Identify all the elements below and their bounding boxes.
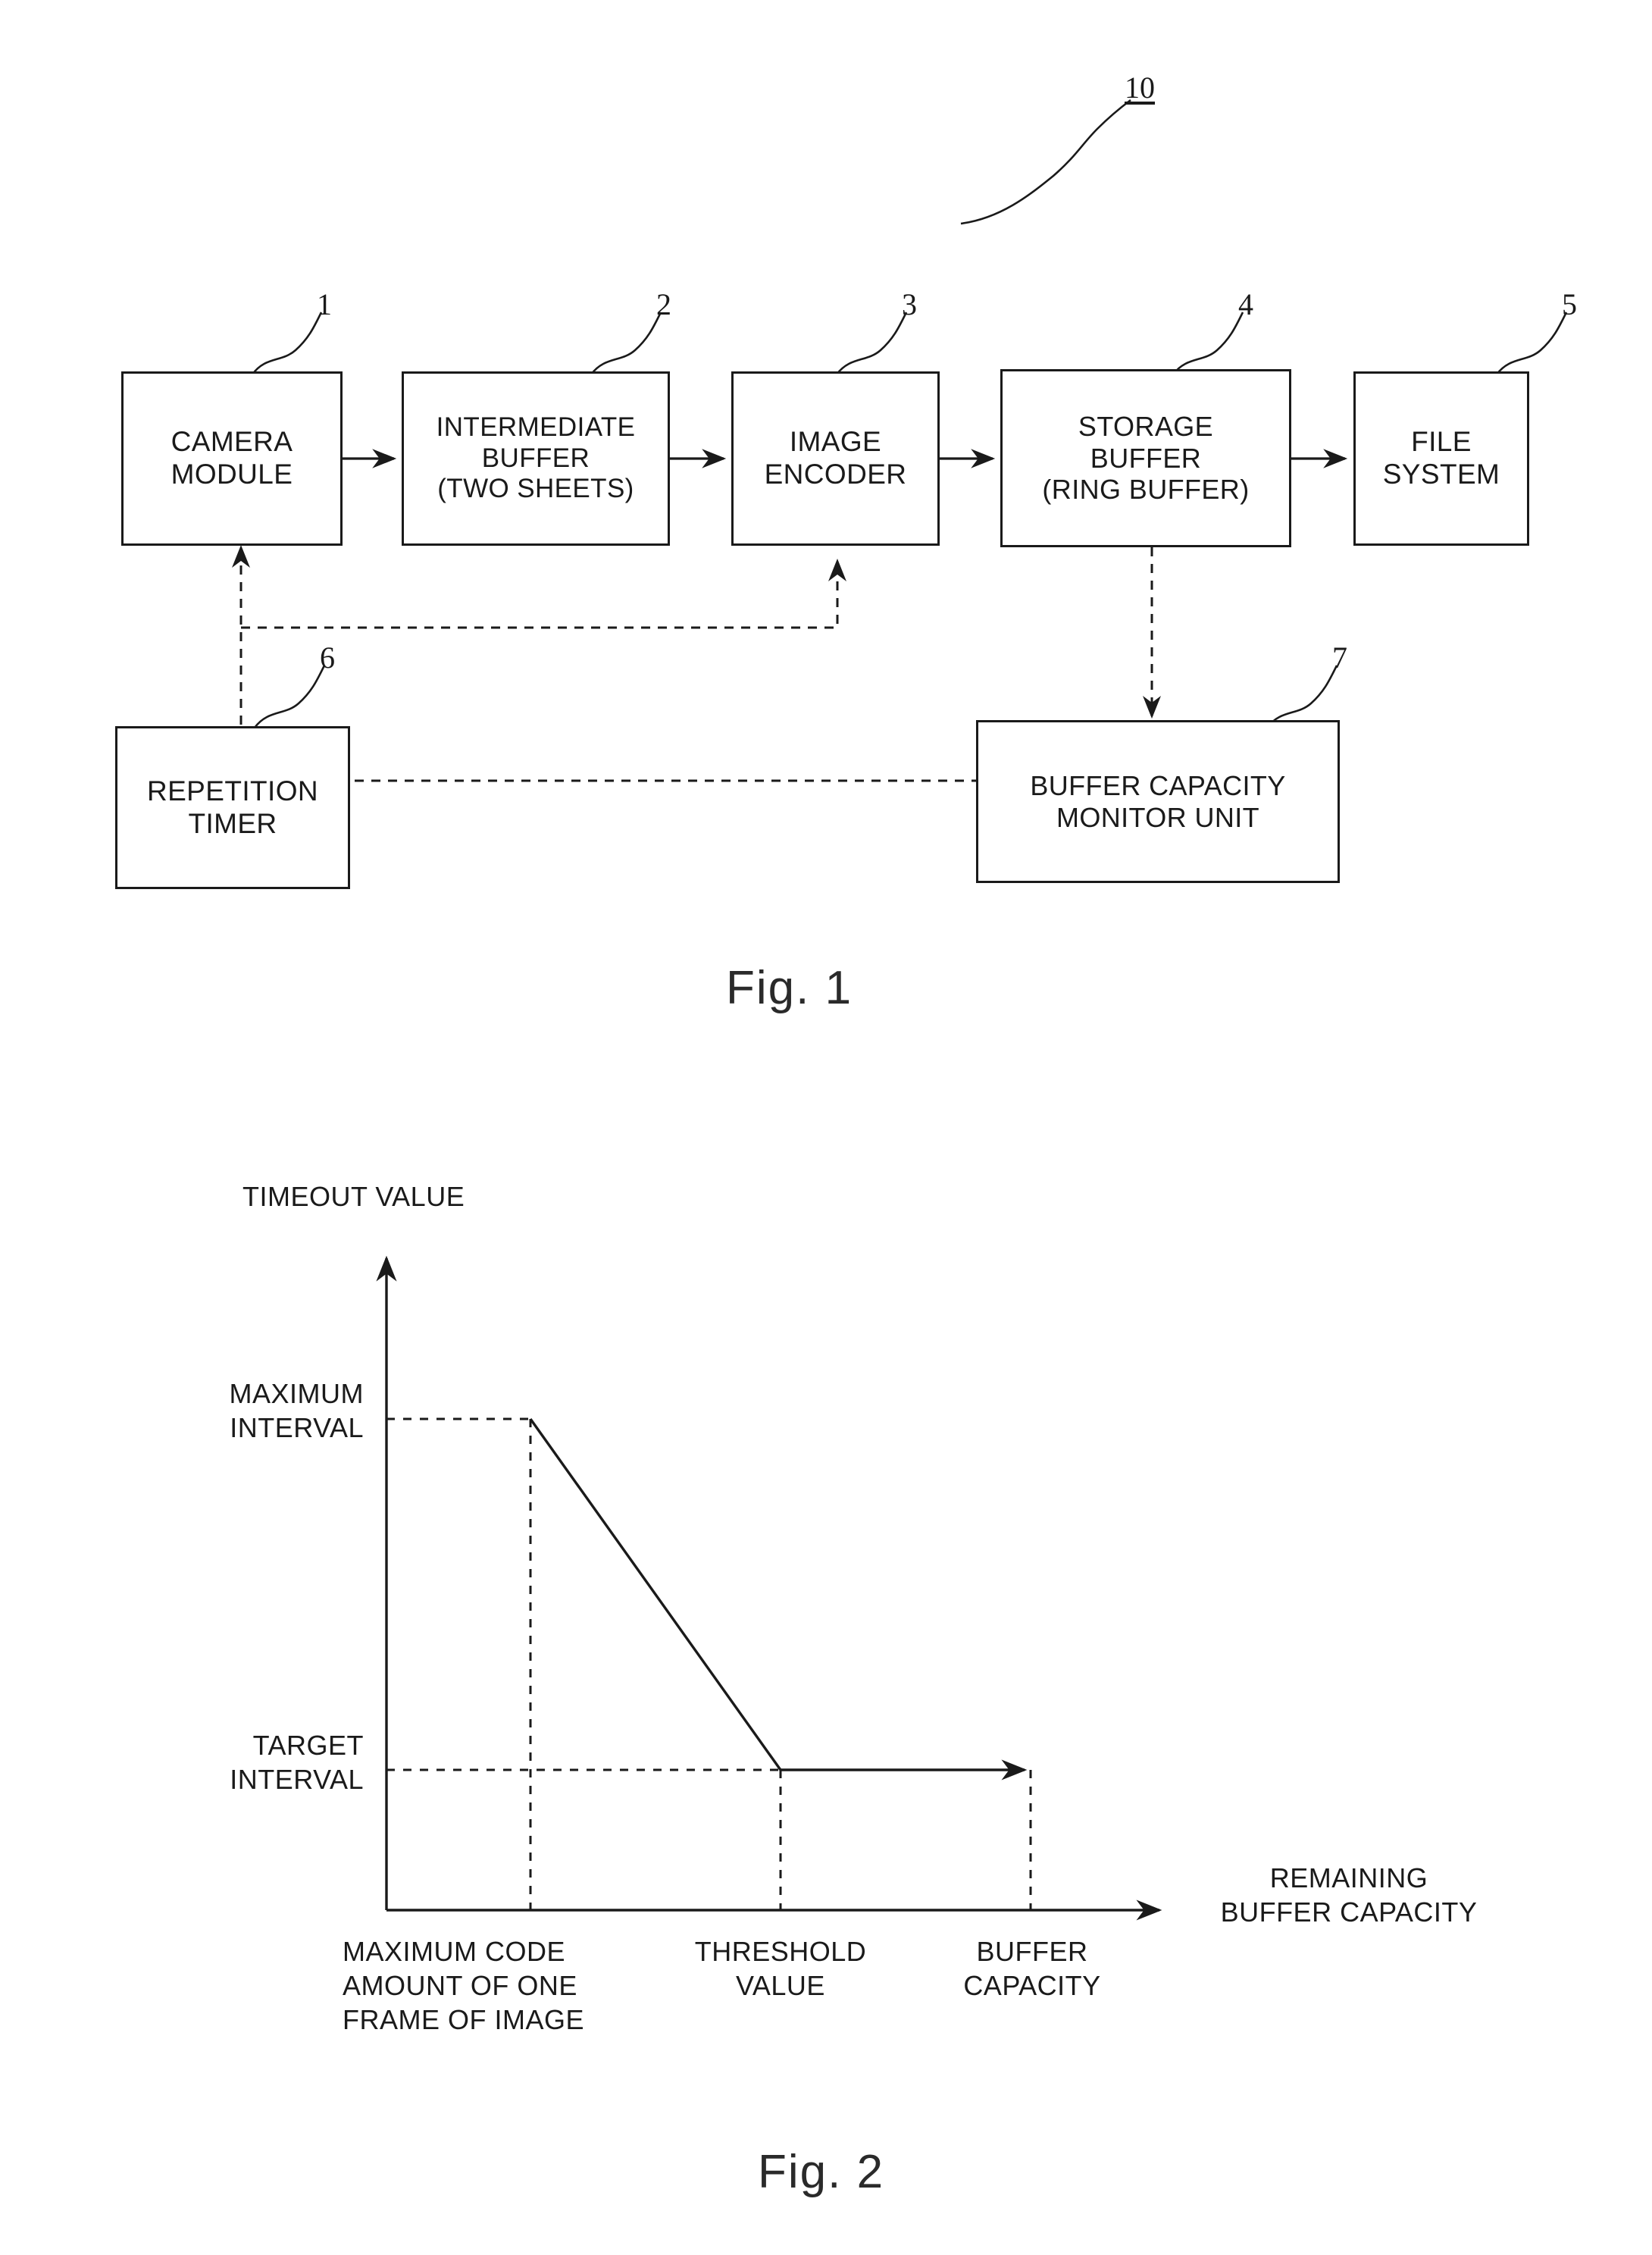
x-tick-maximum-code-amount-line-2: AMOUNT OF ONE bbox=[343, 1970, 577, 2001]
block-storage-buffer-line-2: BUFFER bbox=[1090, 442, 1202, 474]
x-tick-buffer-capacity: BUFFER CAPACITY bbox=[926, 1934, 1138, 2003]
x-tick-maximum-code-amount-line-3: FRAME OF IMAGE bbox=[343, 2004, 585, 2035]
y-tick-maximum-interval-line-2: INTERVAL bbox=[230, 1412, 364, 1443]
block-camera-module-line-2: MODULE bbox=[171, 459, 293, 490]
x-tick-threshold-value-line-2: VALUE bbox=[736, 1970, 825, 2001]
block-buffer-capacity-monitor-unit-line-2: MONITOR UNIT bbox=[1056, 801, 1260, 833]
fig2-guide-lines bbox=[386, 1417, 1032, 1910]
fig2-axes bbox=[376, 1255, 1162, 1921]
x-tick-threshold-value: THRESHOLD VALUE bbox=[674, 1934, 887, 2003]
x-tick-maximum-code-amount: MAXIMUM CODE AMOUNT OF ONE FRAME OF IMAG… bbox=[343, 1934, 661, 2037]
x-axis-title-line-1: REMAINING bbox=[1269, 1862, 1428, 1893]
figure-2-caption: Fig. 2 bbox=[758, 2146, 885, 2198]
y-tick-maximum-interval: MAXIMUM INTERVAL bbox=[136, 1376, 364, 1445]
block-image-encoder-line-1: IMAGE bbox=[789, 426, 882, 458]
patent-figure-page: 10 CAMERA MODULE 1 INTERMEDIATE BUFFER (… bbox=[0, 0, 1652, 2255]
block-buffer-capacity-monitor-unit[interactable]: BUFFER CAPACITY MONITOR UNIT bbox=[976, 720, 1340, 883]
block-buffer-capacity-monitor-unit-line-1: BUFFER CAPACITY bbox=[1030, 769, 1286, 801]
ref-number-7: 7 bbox=[1332, 640, 1347, 675]
block-storage-buffer[interactable]: STORAGE BUFFER (RING BUFFER) bbox=[1000, 369, 1291, 547]
block-repetition-timer[interactable]: REPETITION TIMER bbox=[115, 726, 350, 889]
ref-number-6: 6 bbox=[320, 640, 335, 675]
x-axis-title: REMAINING BUFFER CAPACITY bbox=[1190, 1861, 1508, 1929]
block-camera-module-line-1: CAMERA bbox=[171, 426, 293, 458]
block-intermediate-buffer-line-2: BUFFER bbox=[481, 443, 590, 473]
y-axis-title: TIMEOUT VALUE bbox=[242, 1181, 465, 1212]
block-image-encoder-line-2: ENCODER bbox=[764, 459, 907, 490]
block-camera-module[interactable]: CAMERA MODULE bbox=[121, 371, 343, 546]
ref-number-5: 5 bbox=[1562, 287, 1577, 321]
block-intermediate-buffer-line-1: INTERMEDIATE bbox=[436, 412, 636, 443]
block-storage-buffer-line-1: STORAGE bbox=[1078, 410, 1214, 442]
block-repetition-timer-line-1: REPETITION bbox=[146, 775, 319, 806]
ref-number-1: 1 bbox=[317, 287, 332, 321]
y-tick-target-interval-line-2: INTERVAL bbox=[230, 1764, 364, 1795]
ref-number-2: 2 bbox=[656, 287, 671, 321]
x-tick-maximum-code-amount-line-1: MAXIMUM CODE bbox=[343, 1936, 565, 1967]
x-axis-title-line-2: BUFFER CAPACITY bbox=[1220, 1896, 1478, 1928]
x-tick-threshold-value-line-1: THRESHOLD bbox=[694, 1936, 867, 1967]
block-storage-buffer-line-3: (RING BUFFER) bbox=[1042, 474, 1250, 506]
block-file-system-line-1: FILE bbox=[1411, 426, 1472, 458]
y-tick-maximum-interval-line-1: MAXIMUM bbox=[229, 1378, 364, 1409]
figure-1-caption: Fig. 1 bbox=[726, 962, 853, 1014]
block-image-encoder[interactable]: IMAGE ENCODER bbox=[731, 371, 940, 546]
block-intermediate-buffer-line-3: (TWO SHEETS) bbox=[437, 474, 634, 504]
block-repetition-timer-line-2: TIMER bbox=[188, 807, 277, 839]
fig2-data-line bbox=[529, 1418, 1028, 1781]
block-intermediate-buffer[interactable]: INTERMEDIATE BUFFER (TWO SHEETS) bbox=[402, 371, 670, 546]
ref-number-4: 4 bbox=[1238, 287, 1253, 321]
block-file-system-line-2: SYSTEM bbox=[1382, 459, 1500, 490]
ref-number-system: 10 bbox=[1125, 70, 1155, 105]
x-tick-buffer-capacity-line-1: BUFFER bbox=[976, 1936, 1088, 1967]
y-tick-target-interval: TARGET INTERVAL bbox=[136, 1728, 364, 1796]
block-file-system[interactable]: FILE SYSTEM bbox=[1353, 371, 1529, 546]
x-tick-buffer-capacity-line-2: CAPACITY bbox=[963, 1970, 1101, 2001]
y-tick-target-interval-line-1: TARGET bbox=[252, 1730, 364, 1761]
ref-number-3: 3 bbox=[902, 287, 917, 321]
